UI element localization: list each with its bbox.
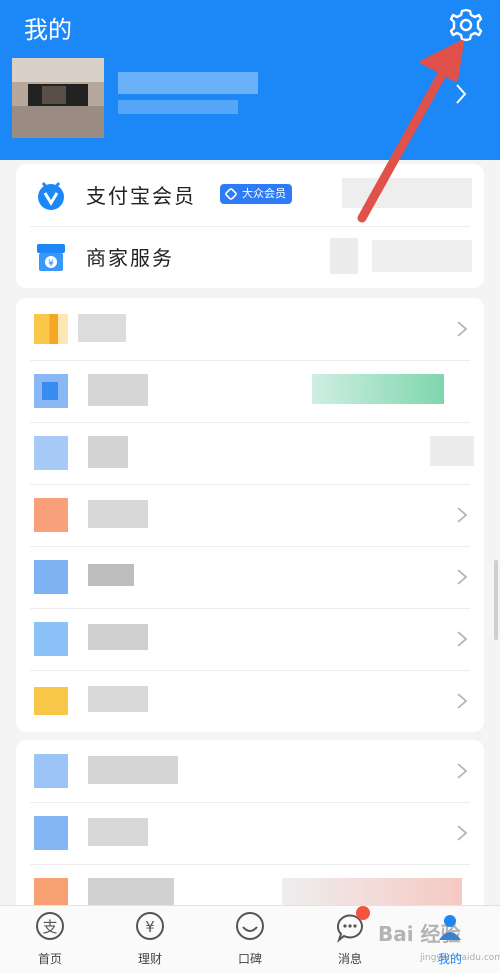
annotation-arrow: [357, 40, 464, 223]
chevron-right-icon: [457, 763, 468, 779]
blurred-text: [88, 818, 148, 846]
svg-text:¥: ¥: [145, 918, 155, 936]
chevron-right-icon: [457, 631, 468, 647]
chevron-right-icon: [457, 825, 468, 841]
list-item[interactable]: [16, 298, 484, 360]
blurred-icon: [34, 622, 68, 656]
blurred-icon: [34, 687, 68, 715]
scrollbar[interactable]: [494, 560, 498, 640]
chevron-right-icon: [457, 321, 468, 337]
svg-text:支: 支: [42, 918, 57, 936]
blurred-icon: [34, 498, 68, 532]
blurred-value: [282, 878, 462, 908]
unread-dot: [356, 906, 370, 920]
blurred-text: [88, 500, 148, 528]
tab-koubei-label: 口碑: [237, 952, 262, 966]
list-item[interactable]: [16, 546, 484, 608]
blurred-icon: [34, 436, 68, 470]
more-list-card: [16, 740, 484, 920]
list-item[interactable]: [16, 670, 484, 732]
list-item[interactable]: [16, 360, 484, 422]
blurred-green-tag: [312, 374, 444, 404]
blurred-text: [78, 314, 126, 342]
tab-wealth[interactable]: ¥ 理财: [120, 912, 180, 972]
alipay-home-icon: 支: [36, 912, 64, 940]
blurred-text: [88, 624, 148, 650]
tab-messages-label: 消息: [337, 952, 362, 966]
blurred-value: [430, 436, 474, 466]
blurred-icon-part: [42, 382, 58, 400]
watermark-url: jingyan.baidu.com: [420, 953, 500, 963]
koubei-smile-icon: [236, 912, 264, 940]
chevron-right-icon: [457, 507, 468, 523]
list-item[interactable]: [16, 740, 484, 802]
blurred-text: [88, 878, 174, 908]
blurred-text: [88, 436, 128, 468]
tab-home-label: 首页: [37, 952, 62, 966]
chevron-right-icon: [457, 569, 468, 585]
blurred-text: [88, 374, 148, 406]
blurred-icon: [34, 314, 68, 344]
blurred-text: [88, 564, 134, 586]
blurred-icon: [34, 816, 68, 850]
svg-text:¥: ¥: [48, 259, 54, 269]
tab-koubei[interactable]: 口碑: [220, 912, 280, 972]
features-list-card: [16, 298, 484, 732]
tab-wealth-label: 理财: [137, 952, 162, 966]
watermark: Bai 经验: [378, 922, 461, 946]
tab-messages[interactable]: 消息: [320, 912, 380, 972]
blurred-icon: [34, 560, 68, 594]
blurred-icon: [34, 754, 68, 788]
list-item[interactable]: [16, 802, 484, 864]
list-item[interactable]: [16, 484, 484, 546]
list-item[interactable]: [16, 608, 484, 670]
blurred-text: [88, 686, 148, 712]
wealth-yuan-icon: ¥: [136, 912, 164, 940]
tab-home[interactable]: 支 首页: [20, 912, 80, 972]
list-item[interactable]: [16, 422, 484, 484]
blurred-text: [88, 756, 178, 784]
chevron-right-icon: [457, 693, 468, 709]
